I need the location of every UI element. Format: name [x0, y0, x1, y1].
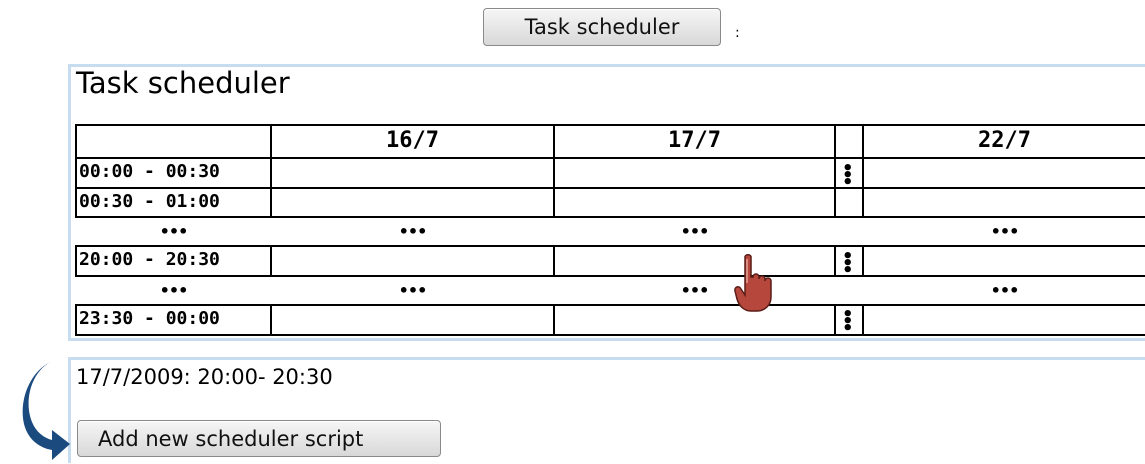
colon-separator: :	[735, 25, 740, 41]
ellipsis: •••	[680, 222, 710, 241]
schedule-cell[interactable]	[555, 306, 834, 334]
row-label: 20:00 - 20:30	[79, 249, 220, 270]
schedule-cell[interactable]	[272, 306, 553, 334]
schedule-cell-selected[interactable]	[555, 247, 834, 275]
schedule-cell[interactable]	[272, 159, 553, 187]
column-header-17-7: 17/7	[668, 128, 721, 153]
row-label: 23:30 - 00:00	[79, 308, 220, 329]
ellipsis: •••	[990, 281, 1020, 300]
add-scheduler-script-button[interactable]: Add new scheduler script	[77, 420, 441, 457]
schedule-cell[interactable]	[864, 189, 1145, 216]
selected-slot-text: 17/7/2009: 20:00- 20:30	[76, 365, 333, 389]
row-label: 00:30 - 01:00	[79, 191, 220, 212]
column-header-16-7: 16/7	[386, 128, 439, 153]
hand-pointer-icon	[734, 254, 772, 312]
ellipsis: •••	[398, 281, 428, 300]
schedule-cell[interactable]	[555, 189, 834, 216]
curved-arrow-icon	[22, 362, 70, 460]
vertical-ellipsis: • • •	[842, 304, 854, 339]
column-header-22-7: 22/7	[978, 128, 1031, 153]
panel-title: Task scheduler	[76, 66, 290, 100]
schedule-cell[interactable]	[555, 159, 834, 187]
schedule-cell[interactable]	[864, 306, 1145, 334]
ellipsis: •••	[680, 281, 710, 300]
ellipsis: •••	[159, 222, 189, 241]
task-scheduler-button[interactable]: Task scheduler	[483, 8, 721, 46]
schedule-cell[interactable]	[864, 159, 1145, 187]
row-label: 00:00 - 00:30	[79, 161, 220, 182]
ellipsis: •••	[990, 222, 1020, 241]
schedule-cell[interactable]	[272, 189, 553, 216]
vertical-ellipsis: • • •	[842, 158, 854, 193]
schedule-cell[interactable]	[864, 247, 1145, 275]
vertical-ellipsis: • • •	[842, 246, 854, 281]
schedule-cell[interactable]	[272, 247, 553, 275]
ellipsis: •••	[398, 222, 428, 241]
ellipsis: •••	[159, 281, 189, 300]
